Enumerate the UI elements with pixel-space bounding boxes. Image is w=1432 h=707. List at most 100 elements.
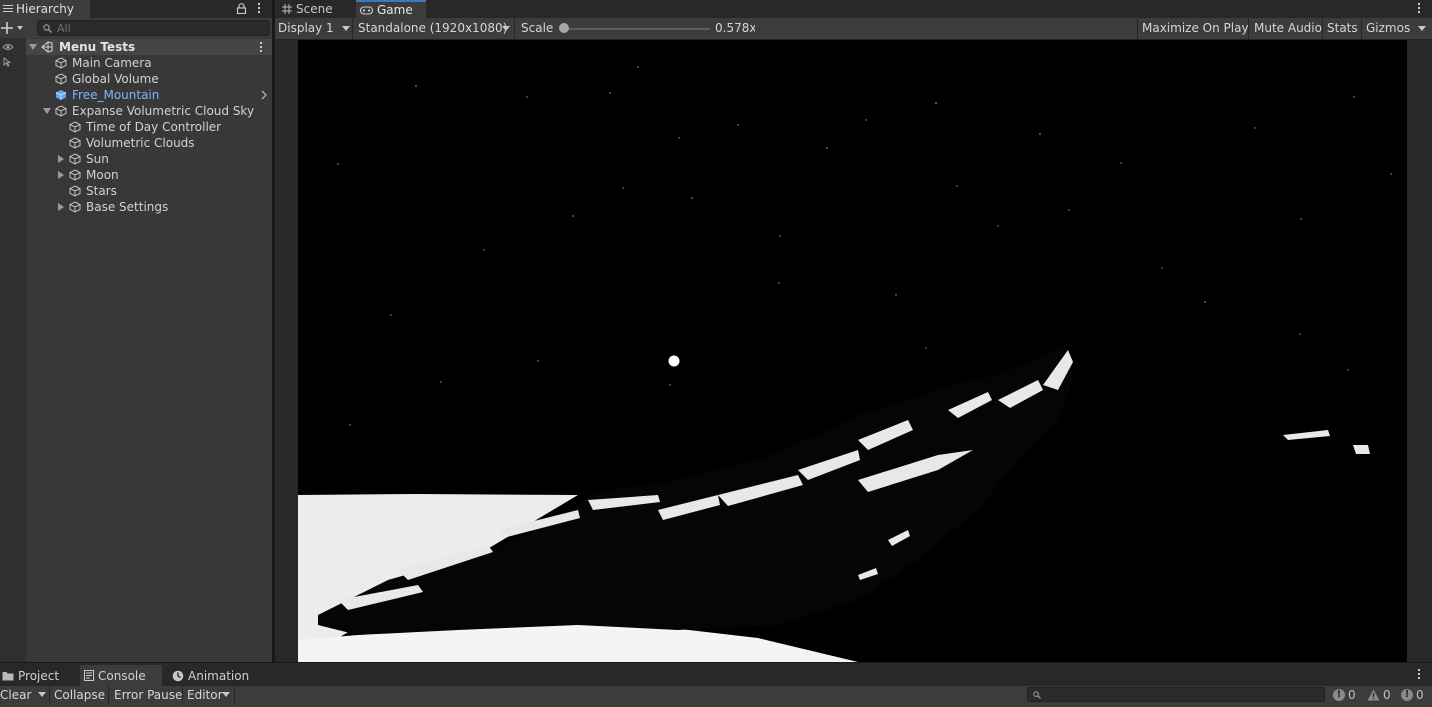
hierarchy-item-label: Expanse Volumetric Cloud Sky — [72, 104, 255, 118]
search-icon — [1033, 691, 1041, 699]
gameobject-icon — [69, 185, 81, 197]
info-icon: ! — [1333, 689, 1345, 701]
game-render — [298, 66, 1392, 662]
hierarchy-item-global-volume[interactable]: Global Volume — [26, 71, 272, 87]
lock-icon[interactable] — [236, 3, 247, 15]
moon-crescent — [895, 299, 902, 313]
warning-count-toggle[interactable]: 0 — [1367, 687, 1391, 703]
tab-console[interactable]: Console — [80, 665, 162, 686]
hierarchy-item-volumetric-clouds[interactable]: Volumetric Clouds — [26, 135, 272, 151]
tab-animation[interactable]: Animation — [170, 665, 260, 686]
toolbar-divider — [1248, 18, 1249, 39]
tab-game[interactable]: Game — [356, 0, 426, 18]
gameobject-icon — [55, 73, 67, 85]
gizmos-caret-icon[interactable] — [1418, 26, 1426, 31]
tab-project[interactable]: Project — [0, 665, 78, 686]
display-value: Display 1 — [278, 21, 334, 35]
tab-game-label: Game — [377, 3, 413, 17]
hierarchy-item-label: Main Camera — [72, 56, 152, 70]
game-viewport[interactable] — [298, 40, 1407, 662]
toolbar-divider — [234, 686, 235, 705]
search-icon — [43, 24, 52, 33]
create-plus-icon[interactable] — [1, 20, 25, 36]
expand-arrow-icon[interactable] — [58, 171, 64, 179]
scale-slider-thumb[interactable] — [559, 23, 569, 33]
info-count-toggle[interactable]: ! 0 — [1333, 687, 1356, 703]
error-count: 0 — [1416, 688, 1424, 702]
stats-toggle[interactable]: Stats — [1327, 18, 1358, 39]
search-placeholder: All — [57, 22, 71, 35]
hierarchy-item-label: Sun — [86, 152, 109, 166]
collapse-arrow-icon[interactable] — [29, 44, 37, 50]
toolbar-divider — [49, 686, 50, 705]
scene-name: Menu Tests — [59, 40, 136, 54]
maximize-on-play-toggle[interactable]: Maximize On Play — [1142, 18, 1249, 39]
tab-animation-label: Animation — [188, 668, 250, 683]
tab-project-label: Project — [18, 668, 60, 683]
editor-caret-icon[interactable] — [222, 692, 230, 697]
scale-value: 0.578x — [715, 21, 755, 35]
mute-audio-toggle[interactable]: Mute Audio — [1254, 18, 1322, 39]
console-search-input[interactable] — [1027, 687, 1325, 702]
expand-arrow-icon[interactable] — [58, 155, 64, 163]
animation-clock-icon — [172, 670, 184, 681]
toolbar-divider — [1322, 18, 1323, 39]
warning-icon — [1367, 689, 1380, 701]
gizmos-toggle[interactable]: Gizmos — [1366, 18, 1410, 39]
gameobject-icon — [69, 201, 81, 213]
collapse-toggle[interactable]: Collapse — [54, 686, 105, 705]
hierarchy-gutter — [0, 38, 26, 662]
clear-caret-icon[interactable] — [38, 692, 46, 697]
hierarchy-item-moon[interactable]: Moon — [26, 167, 272, 183]
editor-dropdown[interactable]: Editor — [187, 686, 223, 705]
chevron-right-icon[interactable] — [261, 90, 267, 100]
hierarchy-tab-label: Hierarchy — [16, 2, 75, 16]
console-icon — [84, 670, 94, 681]
hierarchy-list-icon — [3, 5, 13, 13]
display-caret-icon[interactable] — [342, 26, 350, 31]
hierarchy-item-label: Time of Day Controller — [86, 120, 222, 134]
toolbar-divider — [352, 18, 353, 39]
resolution-caret-icon[interactable] — [502, 26, 510, 31]
tab-scene[interactable]: Scene — [276, 0, 354, 18]
display-dropdown[interactable]: Display 1 — [278, 18, 334, 39]
error-pause-toggle[interactable]: Error Pause — [114, 686, 182, 705]
hierarchy-item-sun[interactable]: Sun — [26, 151, 272, 167]
hierarchy-item-label: Global Volume — [72, 72, 159, 86]
visibility-icon[interactable] — [2, 41, 14, 51]
hierarchy-item-main-camera[interactable]: Main Camera — [26, 55, 272, 71]
error-count-toggle[interactable]: ! 0 — [1401, 687, 1424, 703]
hierarchy-search-input[interactable]: All — [37, 20, 270, 36]
scale-slider-track[interactable] — [565, 28, 710, 30]
hierarchy-scene-row[interactable]: Menu Tests — [26, 39, 272, 55]
gameobject-icon — [55, 105, 67, 117]
pickable-icon[interactable] — [2, 56, 14, 67]
hierarchy-item-label: Moon — [86, 168, 119, 182]
stars-layer — [337, 66, 1392, 426]
hierarchy-item-base-settings[interactable]: Base Settings — [26, 199, 272, 215]
tab-scene-label: Scene — [296, 2, 333, 16]
clear-button[interactable]: Clear — [0, 686, 31, 705]
hierarchy-item-expanse-sky[interactable]: Expanse Volumetric Cloud Sky — [26, 103, 272, 119]
gamepad-icon — [360, 5, 373, 15]
console-menu-icon[interactable] — [1417, 669, 1420, 679]
hierarchy-item-free-mountain[interactable]: Free_Mountain — [26, 87, 272, 103]
sun-disc — [668, 355, 680, 367]
hierarchy-tab[interactable]: Hierarchy — [0, 0, 90, 18]
expand-arrow-icon[interactable] — [58, 203, 64, 211]
hierarchy-menu-icon[interactable] — [257, 3, 260, 13]
scene-menu-icon[interactable] — [259, 42, 262, 52]
resolution-dropdown[interactable]: Standalone (1920x1080) — [358, 18, 507, 39]
collapse-arrow-icon[interactable] — [43, 108, 51, 114]
gameobject-icon — [69, 153, 81, 165]
game-menu-icon[interactable] — [1417, 3, 1420, 13]
error-icon: ! — [1401, 689, 1413, 701]
hierarchy-item-label: Volumetric Clouds — [86, 136, 195, 150]
prefab-icon — [55, 90, 67, 100]
gameobject-icon — [69, 137, 81, 149]
hierarchy-item-time-of-day[interactable]: Time of Day Controller — [26, 119, 272, 135]
hierarchy-item-label: Base Settings — [86, 200, 169, 214]
hierarchy-item-stars[interactable]: Stars — [26, 183, 272, 199]
toolbar-divider — [182, 686, 183, 705]
folder-icon — [2, 671, 14, 680]
